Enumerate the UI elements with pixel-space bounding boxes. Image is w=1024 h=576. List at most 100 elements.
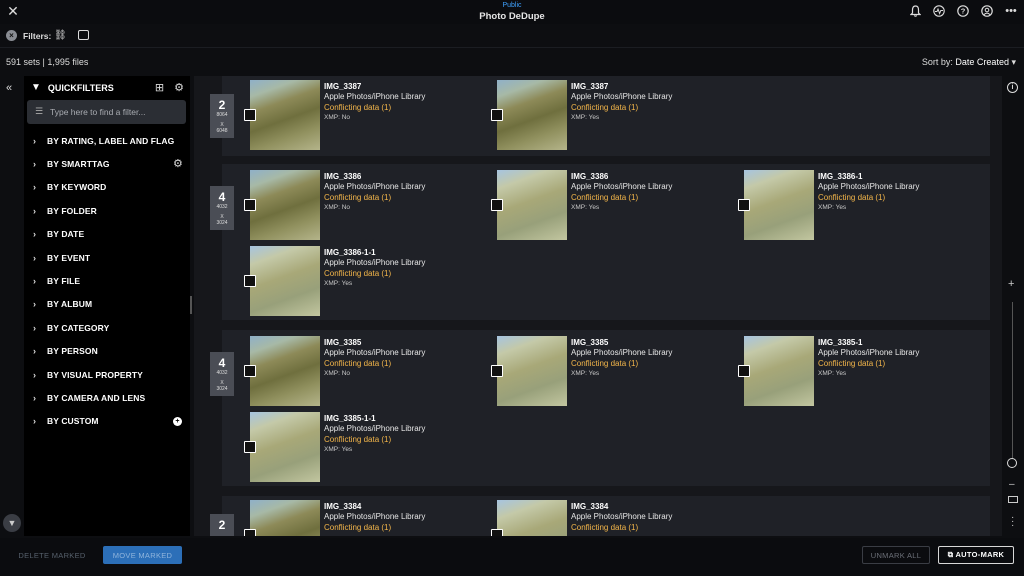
conflict-link[interactable]: Conflicting data (1) xyxy=(324,193,425,204)
mark-checkbox[interactable] xyxy=(244,275,256,287)
photo-card[interactable]: IMG_3386-1 Apple Photos/iPhone Library C… xyxy=(716,168,956,240)
photo-thumbnail[interactable] xyxy=(250,170,320,240)
photo-card[interactable]: IMG_3385-1 Apple Photos/iPhone Library C… xyxy=(716,334,956,406)
quickfilter-folder[interactable]: › BY FOLDER xyxy=(24,199,190,222)
mark-checkbox[interactable] xyxy=(244,109,256,121)
quickfilter-person[interactable]: › BY PERSON xyxy=(24,340,190,363)
photo-card[interactable]: IMG_3386 Apple Photos/iPhone Library Con… xyxy=(222,168,462,240)
quickfilter-label: BY FOLDER xyxy=(47,205,97,216)
photo-card[interactable]: IMG_3385 Apple Photos/iPhone Library Con… xyxy=(469,334,709,406)
conflict-link[interactable]: Conflicting data (1) xyxy=(571,359,672,370)
quickfilter-category[interactable]: › BY CATEGORY xyxy=(24,316,190,339)
mark-checkbox[interactable] xyxy=(491,199,503,211)
zoom-slider-track[interactable] xyxy=(1012,302,1013,462)
photo-thumbnail[interactable] xyxy=(744,336,814,406)
mark-checkbox[interactable] xyxy=(738,365,750,377)
sort-dropdown[interactable]: Sort by: Date Created ▾ xyxy=(922,57,1016,68)
conflict-link[interactable]: Conflicting data (1) xyxy=(324,435,425,446)
mark-checkbox[interactable] xyxy=(244,365,256,377)
photo-name: IMG_3384 xyxy=(571,502,609,511)
link-filter-icon[interactable]: ⛓ xyxy=(54,30,67,41)
more-icon[interactable]: ••• xyxy=(1004,4,1018,18)
quickfilter-album[interactable]: › BY ALBUM xyxy=(24,293,190,316)
photo-thumbnail[interactable] xyxy=(497,80,567,150)
more-vertical-icon[interactable]: · · · xyxy=(1011,513,1014,531)
sidebar-scrollbar[interactable] xyxy=(190,296,192,314)
quickfilter-visual-property[interactable]: › BY VISUAL PROPERTY xyxy=(24,363,190,386)
title-bar: ✕ Public Photo DeDupe ? ••• xyxy=(0,0,1024,24)
photo-name: IMG_3385 xyxy=(324,338,362,347)
mark-checkbox[interactable] xyxy=(738,199,750,211)
quickfilter-smarttag[interactable]: › BY SMARTTAG ⚙ xyxy=(24,152,190,175)
photo-thumbnail[interactable] xyxy=(250,336,320,406)
photo-thumbnail[interactable] xyxy=(497,336,567,406)
mark-checkbox[interactable] xyxy=(491,365,503,377)
delete-marked-button[interactable]: DELETE MARKED xyxy=(8,546,96,564)
conflict-link[interactable]: Conflicting data (1) xyxy=(818,193,919,204)
photo-card[interactable]: IMG_3384 Apple Photos/iPhone Library Con… xyxy=(469,498,709,536)
photo-card[interactable]: IMG_3387 Apple Photos/iPhone Library Con… xyxy=(222,78,462,150)
photo-thumbnail[interactable] xyxy=(250,500,320,536)
photo-thumbnail[interactable] xyxy=(497,170,567,240)
conflict-link[interactable]: Conflicting data (1) xyxy=(818,359,919,370)
conflict-link[interactable]: Conflicting data (1) xyxy=(324,103,425,114)
activity-icon[interactable] xyxy=(932,4,946,18)
photo-card[interactable]: IMG_3385 Apple Photos/iPhone Library Con… xyxy=(222,334,462,406)
quickfilter-event[interactable]: › BY EVENT xyxy=(24,246,190,269)
info-icon[interactable]: i xyxy=(1007,82,1018,93)
mark-checkbox[interactable] xyxy=(244,441,256,453)
photo-thumbnail[interactable] xyxy=(744,170,814,240)
bell-icon[interactable] xyxy=(908,4,922,18)
move-marked-button[interactable]: MOVE MARKED xyxy=(103,546,182,564)
photo-card[interactable]: IMG_3385-1-1 Apple Photos/iPhone Library… xyxy=(222,410,462,482)
quickfilters-header: ▼ QUICKFILTERS xyxy=(31,82,114,93)
filter-search-input[interactable] xyxy=(50,105,180,119)
quickfilter-date[interactable]: › BY DATE xyxy=(24,223,190,246)
photo-name: IMG_3387 xyxy=(324,82,362,91)
photo-card[interactable]: IMG_3387 Apple Photos/iPhone Library Con… xyxy=(469,78,709,150)
clear-filters-icon[interactable]: × xyxy=(6,30,17,41)
zoom-out-icon[interactable]: – xyxy=(1009,479,1015,490)
conflict-link[interactable]: Conflicting data (1) xyxy=(324,523,425,534)
add-custom-icon[interactable]: + xyxy=(173,416,182,426)
photo-thumbnail[interactable] xyxy=(250,246,320,316)
photo-card[interactable]: IMG_3386-1-1 Apple Photos/iPhone Library… xyxy=(222,244,462,316)
photo-thumbnail[interactable] xyxy=(250,80,320,150)
auto-mark-icon: ⧉ xyxy=(947,550,954,559)
smarttag-settings-icon[interactable]: ⚙ xyxy=(173,157,183,170)
photo-source: Apple Photos/iPhone Library xyxy=(324,348,426,357)
zoom-slider-handle[interactable] xyxy=(1007,458,1017,468)
photo-name: IMG_3387 xyxy=(571,82,609,91)
quickfilter-rating[interactable]: › BY RATING, LABEL AND FLAG xyxy=(24,129,190,152)
photo-meta: IMG_3385-1 Apple Photos/iPhone Library C… xyxy=(818,338,919,379)
photo-thumbnail[interactable] xyxy=(250,412,320,482)
photo-card[interactable]: IMG_3386 Apple Photos/iPhone Library Con… xyxy=(469,168,709,240)
photo-thumbnail[interactable] xyxy=(497,500,567,536)
image-filter-icon[interactable] xyxy=(78,30,89,40)
quickfilter-custom[interactable]: › BY CUSTOM + xyxy=(24,410,190,433)
help-icon[interactable]: ? xyxy=(956,4,970,18)
auto-mark-button[interactable]: ⧉ AUTO-MARK xyxy=(938,546,1014,564)
conflict-link[interactable]: Conflicting data (1) xyxy=(571,103,672,114)
conflict-link[interactable]: Conflicting data (1) xyxy=(324,269,425,280)
quickfilter-keyword[interactable]: › BY KEYWORD xyxy=(24,176,190,199)
quickfilter-file[interactable]: › BY FILE xyxy=(24,269,190,292)
grid-view-icon[interactable] xyxy=(1008,496,1018,503)
conflict-link[interactable]: Conflicting data (1) xyxy=(324,359,425,370)
photo-card[interactable]: IMG_3384 Apple Photos/iPhone Library Con… xyxy=(222,498,462,536)
settings-icon[interactable]: ⚙ xyxy=(174,81,184,94)
conflict-link[interactable]: Conflicting data (1) xyxy=(571,523,672,534)
zoom-in-icon[interactable]: + xyxy=(1008,278,1014,290)
unmark-all-button[interactable]: UNMARK ALL xyxy=(862,546,930,564)
add-filter-icon[interactable]: ⊞ xyxy=(155,81,164,94)
filter-toggle-icon[interactable]: ▼ xyxy=(3,514,21,532)
left-rail: « ▼ xyxy=(0,76,24,536)
mark-checkbox[interactable] xyxy=(491,109,503,121)
quickfilter-camera-lens[interactable]: › BY CAMERA AND LENS xyxy=(24,386,190,409)
conflict-link[interactable]: Conflicting data (1) xyxy=(571,193,672,204)
mark-checkbox[interactable] xyxy=(491,529,503,536)
account-icon[interactable] xyxy=(980,4,994,18)
mark-checkbox[interactable] xyxy=(244,529,256,536)
mark-checkbox[interactable] xyxy=(244,199,256,211)
collapse-sidebar-icon[interactable]: « xyxy=(6,82,12,94)
